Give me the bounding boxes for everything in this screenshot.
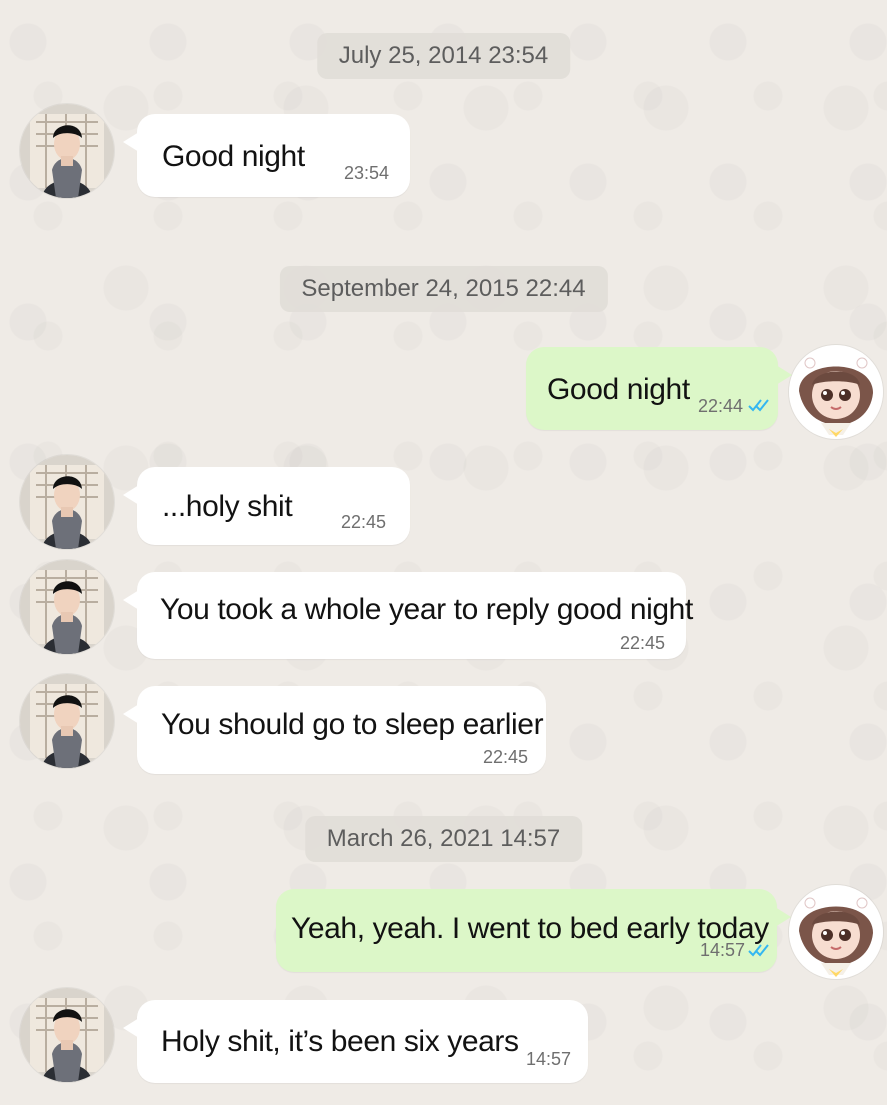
bubble-tail (123, 1018, 139, 1038)
male-avatar-icon[interactable] (20, 560, 114, 654)
double-check-icon (748, 944, 769, 957)
message-text: Good night (547, 373, 690, 406)
message-time: 23:54 (344, 163, 390, 183)
bubble-tail (123, 132, 139, 152)
bubble-tail (123, 704, 139, 724)
male-avatar-icon[interactable] (20, 455, 114, 549)
female-avatar-icon[interactable] (789, 885, 883, 979)
message-text: Yeah, yeah. I went to bed early today (291, 912, 769, 945)
date-separator-2015: September 24, 2015 22:44 (279, 266, 608, 312)
date-separator-2014: July 25, 2014 23:54 (316, 33, 571, 79)
date-separator-2021: March 26, 2021 14:57 (304, 816, 583, 862)
message-time: 14:57 (526, 1049, 572, 1069)
male-avatar-icon[interactable] (20, 988, 114, 1082)
message-bubble-5[interactable]: You should go to sleep earlier 22:45 (123, 686, 546, 774)
message-text: You took a whole year to reply good nigh… (160, 593, 693, 626)
male-avatar-icon[interactable] (20, 104, 114, 198)
double-check-icon (748, 399, 769, 412)
message-text: You should go to sleep earlier (161, 708, 544, 741)
female-avatar-icon[interactable] (789, 345, 883, 439)
message-time: 22:45 (620, 633, 666, 653)
message-text: Good night (162, 140, 305, 173)
message-time: 22:44 (698, 396, 744, 416)
message-text: ...holy shit (162, 490, 293, 523)
message-bubble-2[interactable]: Good night 22:44 (526, 347, 792, 430)
bubble-tail (123, 590, 139, 610)
message-time: 22:45 (341, 512, 387, 532)
message-bubble-1[interactable]: Good night 23:54 (123, 114, 410, 197)
message-time: 22:45 (483, 747, 529, 767)
bubble-tail (123, 485, 139, 505)
message-bubble-3[interactable]: ...holy shit 22:45 (123, 467, 410, 545)
message-bubble-4[interactable]: You took a whole year to reply good nigh… (123, 572, 693, 659)
message-bubble-6[interactable]: Yeah, yeah. I went to bed early today 14… (276, 889, 791, 972)
message-bubble-7[interactable]: Holy shit, it’s been six years 14:57 (123, 1000, 588, 1083)
male-avatar-icon[interactable] (20, 674, 114, 768)
message-text: Holy shit, it’s been six years (161, 1025, 519, 1058)
message-time: 14:57 (700, 940, 746, 960)
